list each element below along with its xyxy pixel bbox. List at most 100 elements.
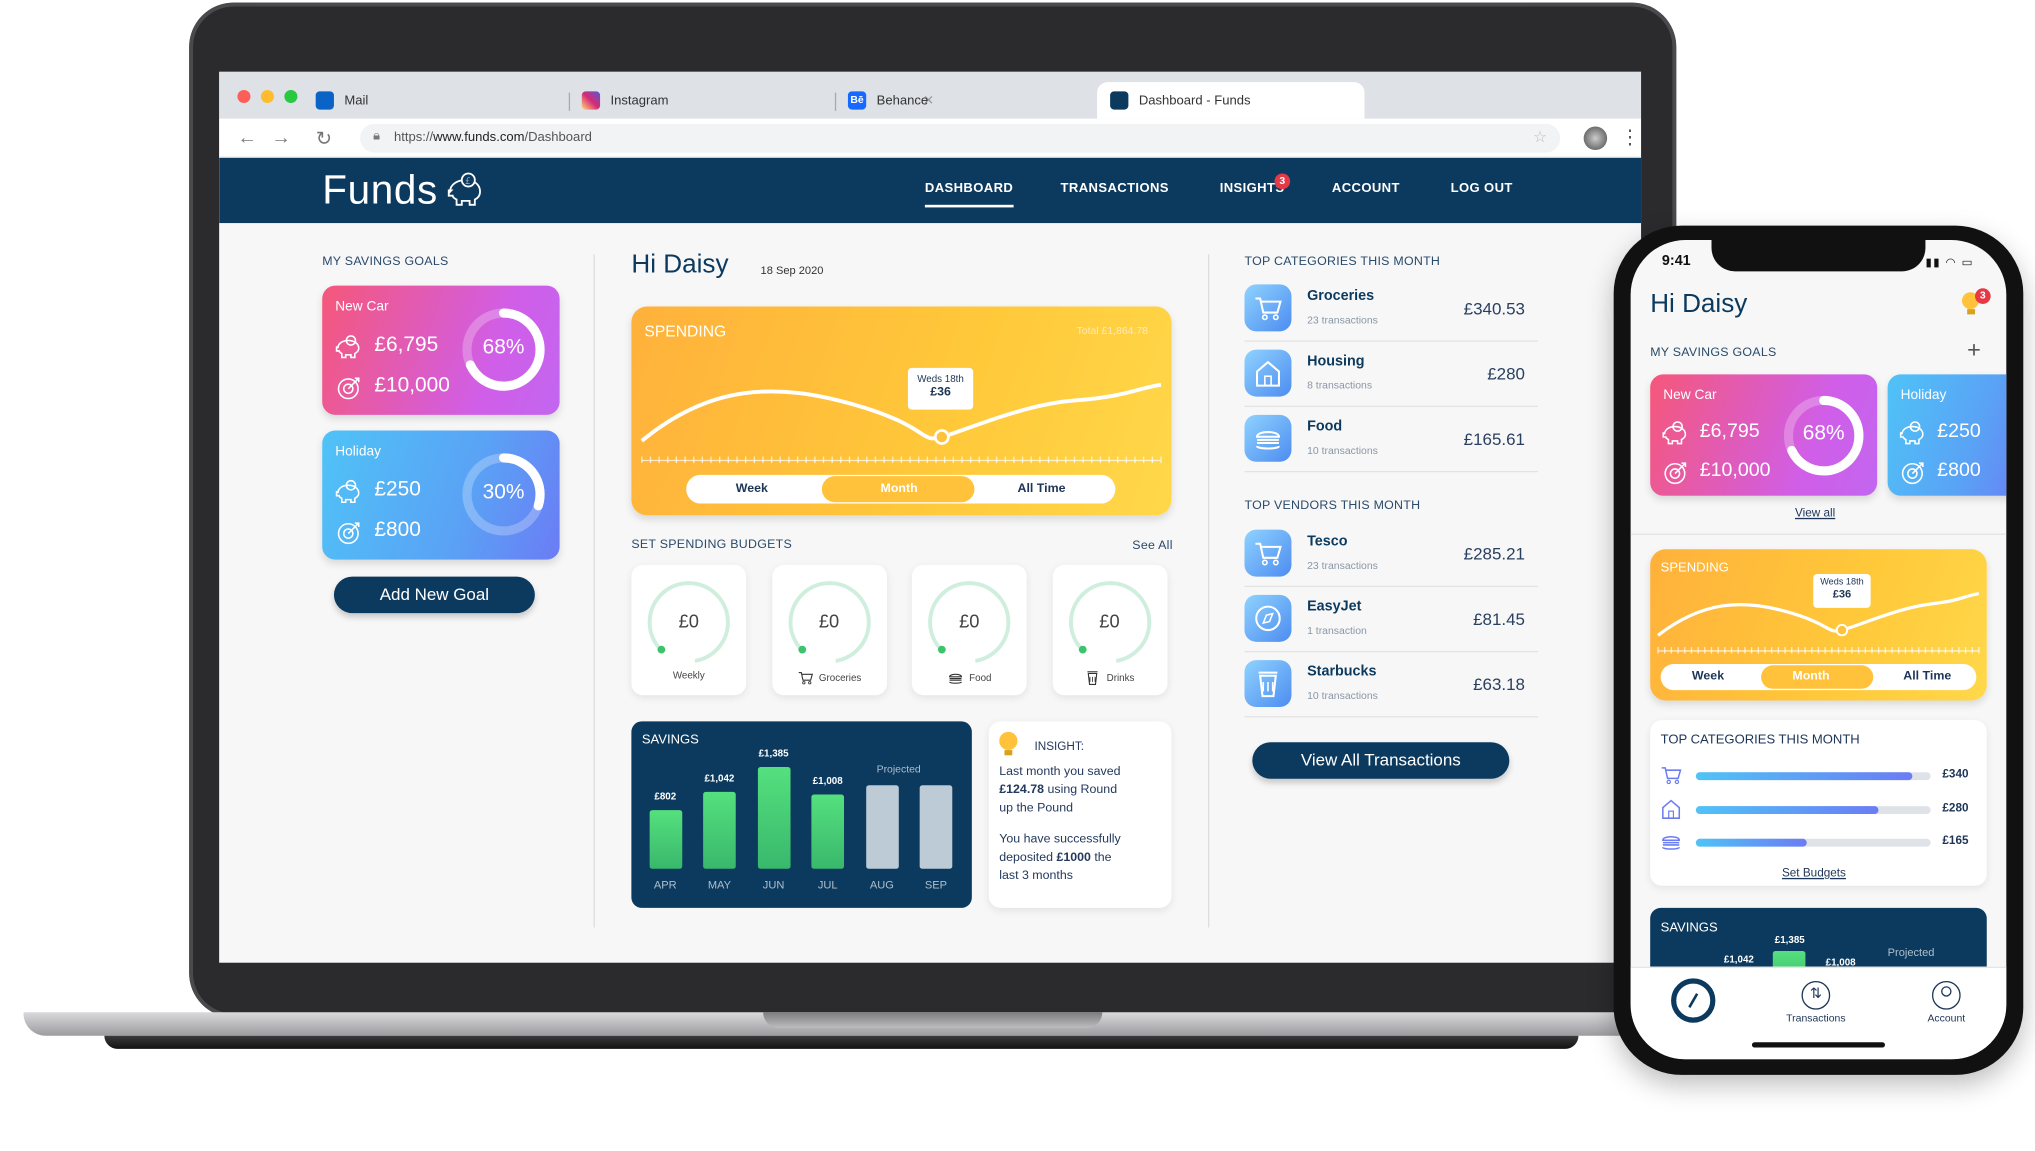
budget-amount: £0 [818, 610, 840, 632]
phone-greeting: Hi Daisy [1650, 289, 1748, 319]
browser-menu-icon[interactable]: ⋮ [1620, 125, 1640, 149]
bar-value-label: £1,008 [812, 775, 843, 788]
list-item[interactable]: Housing 8 transactions £280 [1244, 342, 1539, 408]
piggy-bank-icon [1899, 421, 1924, 445]
close-window-button[interactable] [237, 90, 251, 104]
goal-saved-amount: £6,795 [374, 333, 439, 357]
bar-value-label: £1,385 [1774, 934, 1805, 946]
tab-transactions-icon[interactable]: ⇅ [1801, 980, 1831, 1010]
outlook-icon [315, 91, 334, 110]
view-all-goals-link[interactable]: View all [1795, 506, 1835, 519]
goal-card-new-car[interactable]: New Car £6,795 £10,000 68% [322, 285, 560, 415]
item-name: Groceries [1307, 288, 1375, 304]
phone-goals-title: MY SAVINGS GOALS [1650, 345, 1777, 361]
maximize-window-button[interactable] [284, 90, 298, 104]
list-item[interactable]: Starbucks 10 transactions £63.18 [1244, 652, 1539, 718]
category-bar-track [1695, 772, 1931, 781]
category-icon-tile [1244, 284, 1292, 332]
selected-point[interactable] [934, 429, 950, 445]
range-week[interactable]: Week [1692, 669, 1724, 683]
month-label: SEP [924, 877, 948, 891]
phone-categories-card: TOP CATEGORIES THIS MONTH Set Budgets £3… [1650, 720, 1987, 886]
reload-icon[interactable]: ↻ [316, 127, 332, 150]
category-icon-tile [1244, 660, 1292, 708]
range-month[interactable]: Month [881, 481, 918, 495]
insight-title: INSIGHT: [1034, 739, 1085, 753]
phone-notification-badge: 3 [1975, 288, 1991, 304]
tab-transactions-label[interactable]: Transactions [1777, 1012, 1855, 1024]
cup-icon [1258, 671, 1278, 698]
tooltip-amount: £36 [1832, 587, 1852, 601]
forward-arrow-icon[interactable]: → [271, 127, 291, 149]
house-icon [1662, 798, 1681, 819]
profile-avatar[interactable] [1583, 126, 1608, 151]
list-item[interactable]: EasyJet 1 transaction £81.45 [1244, 587, 1539, 653]
bar-value-label: £1,385 [758, 747, 789, 760]
budget-card-weekly[interactable]: £0 Weekly [631, 564, 747, 696]
browser-toolbar: ← → ↻ 🔒︎ https://www.funds.com/Dashboard… [219, 118, 1642, 158]
list-item[interactable]: Groceries 23 transactions £340.53 [1244, 277, 1539, 342]
tab-account-label[interactable]: Account [1907, 1012, 1985, 1024]
phone-goal-card-new-car[interactable]: New Car £6,795 £10,000 68% [1650, 374, 1878, 496]
goal-target-amount: £10,000 [374, 374, 450, 397]
minimize-window-button[interactable] [260, 90, 274, 104]
savings-bar-sep [919, 785, 953, 869]
range-month[interactable]: Month [1792, 669, 1829, 683]
budget-card-groceries[interactable]: £0 Groceries [771, 564, 887, 696]
see-all-budgets-link[interactable]: See All [1132, 539, 1172, 553]
top-categories-title: TOP CATEGORIES THIS MONTH [1244, 254, 1441, 269]
address-bar[interactable]: 🔒︎ https://www.funds.com/Dashboard ☆ [360, 123, 1561, 153]
budgets-title: SET SPENDING BUDGETS [631, 537, 793, 552]
browser-tab-dashboard[interactable]: Dashboard - Funds [1097, 82, 1365, 119]
tab-account-icon[interactable] [1931, 980, 1961, 1010]
set-budgets-link[interactable]: Set Budgets [1782, 866, 1846, 879]
selected-point[interactable] [1835, 623, 1849, 637]
nav-dashboard[interactable]: DASHBOARD [924, 181, 1013, 208]
phone-goal-card-holiday[interactable]: Holiday £250 £800 [1887, 374, 2007, 496]
budget-amount: £0 [678, 610, 699, 632]
budget-card-food[interactable]: £0 Food [911, 564, 1027, 696]
item-amount: £340.53 [1463, 298, 1525, 319]
nav-transactions[interactable]: TRANSACTIONS [1061, 181, 1169, 195]
browser-tab-mail[interactable]: Mail [303, 82, 564, 119]
instagram-icon [581, 91, 601, 110]
range-all-time[interactable]: All Time [1903, 669, 1951, 683]
list-item[interactable]: Tesco 23 transactions £285.21 [1244, 522, 1539, 588]
spending-tooltip: Weds 18th £36 [1813, 573, 1871, 608]
nav-logout[interactable]: LOG OUT [1451, 181, 1513, 195]
savings-bar-apr [648, 810, 682, 869]
nav-account[interactable]: ACCOUNT [1332, 181, 1400, 195]
browser-window: Mail Instagram✕ BēBehance✕ Dashboard - F… [219, 71, 1642, 963]
view-all-transactions-button[interactable]: View All Transactions [1252, 742, 1510, 779]
add-goal-plus-icon[interactable]: + [1967, 337, 1981, 364]
bookmark-star-icon[interactable]: ☆ [1533, 128, 1547, 146]
funds-logo[interactable]: Funds £ [322, 167, 481, 214]
insight-line: the [1090, 850, 1112, 865]
budget-label-row: Weekly [631, 669, 746, 681]
category-bar-fill [1695, 838, 1807, 847]
savings-chart-card: SAVINGS Projected £802 APR £1,042 MAY £1,385… [631, 721, 972, 908]
range-week[interactable]: Week [736, 481, 768, 495]
category-amount: £340 [1942, 767, 1969, 781]
goal-card-holiday[interactable]: Holiday £250 £800 30% [322, 430, 560, 560]
item-name: EasyJet [1307, 598, 1362, 615]
house-icon [1255, 360, 1280, 387]
insight-text: Last month you saved £124.78 using Round… [999, 763, 1166, 886]
budget-label: Drinks [1106, 671, 1135, 684]
browser-tab-behance[interactable]: BēBehance✕ [835, 82, 1213, 119]
budget-card-drinks[interactable]: £0 Drinks [1052, 564, 1167, 696]
phone-spending-card: SPENDING Weds 18th £36 Week Month All Ti… [1650, 549, 1987, 701]
goal-name: Holiday [1900, 387, 1947, 404]
tab-dashboard-gauge-icon[interactable] [1671, 978, 1716, 1023]
back-arrow-icon[interactable]: ← [237, 127, 257, 149]
budget-label-row: Food [912, 669, 1027, 686]
range-all-time[interactable]: All Time [1018, 481, 1066, 495]
item-amount: £63.18 [1473, 674, 1525, 694]
list-item[interactable]: Food 10 transactions £165.61 [1244, 407, 1539, 473]
funds-favicon-icon [1110, 91, 1129, 110]
tab-label: Mail [344, 93, 369, 108]
home-indicator [1751, 1042, 1886, 1048]
add-new-goal-button[interactable]: Add New Goal [333, 576, 535, 614]
insight-card: INSIGHT: Last month you saved £124.78 us… [988, 721, 1172, 908]
browser-tab-instagram[interactable]: Instagram ✕ [569, 82, 934, 119]
